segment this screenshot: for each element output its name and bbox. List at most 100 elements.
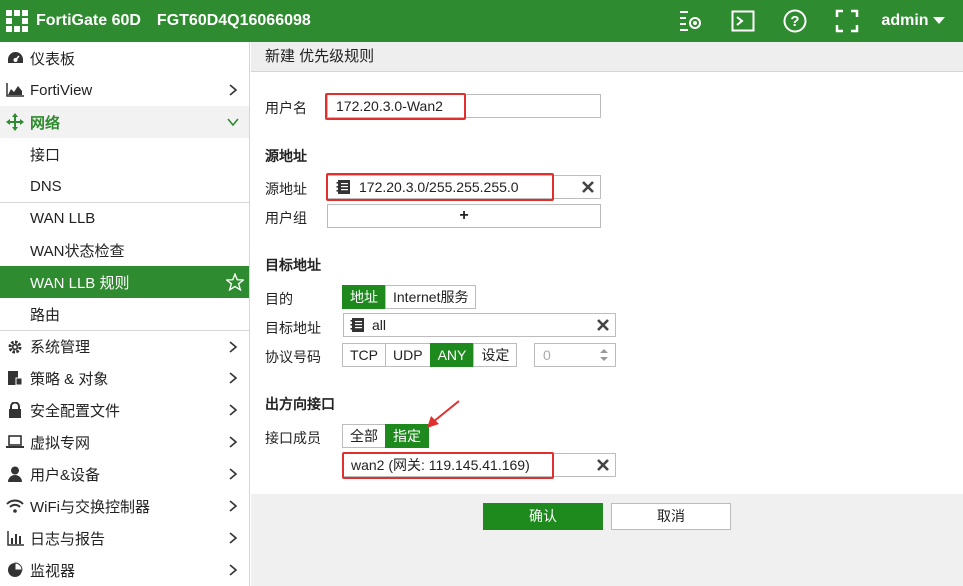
- sidebar-item-monitor[interactable]: 监视器: [0, 554, 249, 586]
- protocol-option-udp[interactable]: UDP: [385, 343, 431, 367]
- sidebar-item-label: 仪表板: [30, 50, 76, 68]
- chevron-right-icon: [229, 404, 238, 416]
- member-option-all[interactable]: 全部: [342, 424, 386, 448]
- sidebar-item-label: DNS: [30, 177, 62, 195]
- laptop-icon: [6, 434, 24, 450]
- sidebar-item-label: 策略 & 对象: [30, 370, 109, 388]
- sidebar-item-label: 监视器: [30, 562, 76, 580]
- protocol-number-input[interactable]: 0: [534, 343, 616, 367]
- sidebar-item-wan-llb-rules[interactable]: WAN LLB 规则: [0, 266, 249, 298]
- chevron-right-icon: [229, 436, 238, 448]
- dest-option-internet-service[interactable]: Internet服务: [385, 285, 477, 309]
- plus-icon: +: [459, 207, 469, 224]
- chevron-right-icon: [229, 468, 238, 480]
- sidebar-item-fortiview[interactable]: FortiView: [0, 74, 249, 106]
- sidebar-item-security-profiles[interactable]: 安全配置文件: [0, 394, 249, 426]
- move-arrows-icon: [6, 113, 24, 131]
- fullscreen-icon: [836, 9, 859, 33]
- dest-option-address[interactable]: 地址: [342, 285, 386, 309]
- chevron-right-icon: [229, 532, 238, 544]
- fortinet-logo-icon: [6, 10, 28, 32]
- top-bar: FortiGate 60D FGT60D4Q16066098 ? admin: [0, 0, 963, 42]
- chevron-down-icon: [227, 118, 239, 127]
- sidebar-item-user-device[interactable]: 用户&设备: [0, 458, 249, 490]
- page-title: 新建 优先级规则: [251, 42, 963, 72]
- chevron-right-icon: [229, 564, 238, 576]
- sidebar-item-interfaces[interactable]: 接口: [0, 138, 249, 170]
- user-group-label: 用户组: [265, 210, 307, 226]
- sidebar-item-label: 安全配置文件: [30, 402, 121, 420]
- confirm-button[interactable]: 确认: [483, 503, 603, 530]
- main-panel: 新建 优先级规则 用户名 172.20.3.0-Wan2 源地址 源地址 172…: [251, 42, 963, 586]
- remove-x-icon[interactable]: [582, 181, 594, 193]
- cli-console-button[interactable]: [665, 0, 717, 42]
- highlight-box: [326, 173, 554, 201]
- pie-chart-icon: [6, 562, 24, 578]
- chevron-right-icon: [229, 341, 238, 353]
- admin-label: admin: [881, 12, 929, 29]
- serial-number: FGT60D4Q16066098: [156, 12, 311, 29]
- sidebar-item-label: 网络: [30, 114, 61, 132]
- product-name: FortiGate 60D: [36, 12, 141, 29]
- caret-down-icon: [933, 17, 945, 24]
- sidebar-item-dns[interactable]: DNS: [0, 170, 249, 202]
- form-footer: 确认 取消: [251, 494, 963, 586]
- destination-section-title: 目标地址: [265, 257, 321, 273]
- user-icon: [6, 466, 24, 482]
- sidebar-item-label: 系统管理: [30, 339, 91, 356]
- chevron-right-icon: [229, 84, 238, 96]
- highlight-box: [342, 452, 554, 479]
- cancel-button[interactable]: 取消: [611, 503, 731, 530]
- outgoing-section-title: 出方向接口: [265, 396, 335, 412]
- interface-member-label: 接口成员: [265, 430, 321, 446]
- sidebar-item-wifi-switch[interactable]: WiFi与交换控制器: [0, 490, 249, 522]
- sidebar-item-dashboard[interactable]: 仪表板: [0, 42, 249, 74]
- fortinet-logo[interactable]: FortiGate 60D: [6, 10, 141, 32]
- sidebar-item-policy-objects[interactable]: 策略 & 对象: [0, 362, 249, 394]
- protocol-option-any[interactable]: ANY: [429, 343, 475, 367]
- sidebar-item-routing[interactable]: 路由: [0, 298, 249, 330]
- interface-member-toggle: 全部 指定: [342, 424, 429, 448]
- sidebar-item-label: WiFi与交换控制器: [30, 498, 150, 516]
- document-icon: [6, 370, 24, 386]
- protocol-option-custom[interactable]: 设定: [473, 343, 518, 367]
- sidebar-item-label: 用户&设备: [30, 466, 101, 484]
- destination-address-label: 目标地址: [265, 320, 321, 336]
- sidebar-item-label: WAN LLB 规则: [30, 274, 130, 292]
- admin-menu[interactable]: admin: [873, 12, 963, 30]
- sidebar-item-wan-llb[interactable]: WAN LLB: [0, 202, 249, 234]
- source-section-title: 源地址: [265, 148, 307, 164]
- terminal-gear-icon: [680, 11, 702, 31]
- spinner-arrows-icon[interactable]: [599, 347, 609, 363]
- star-icon[interactable]: [226, 273, 244, 291]
- gear-icon: [6, 339, 24, 355]
- sidebar-item-label: 路由: [30, 306, 61, 324]
- protocol-toggle: TCP UDP ANY 设定: [342, 343, 518, 367]
- help-icon: ?: [783, 9, 807, 33]
- bar-chart-icon: [6, 530, 24, 546]
- red-arrow-annotation: [427, 400, 460, 428]
- protocol-option-tcp[interactable]: TCP: [342, 343, 386, 367]
- sidebar-item-label: 虚拟专网: [30, 434, 91, 452]
- remove-x-icon[interactable]: [597, 319, 609, 331]
- fullscreen-console-button[interactable]: [717, 0, 769, 42]
- sidebar-item-network[interactable]: 网络: [0, 106, 249, 138]
- sidebar-item-vpn[interactable]: 虚拟专网: [0, 426, 249, 458]
- remove-x-icon[interactable]: [597, 459, 609, 471]
- help-button[interactable]: ?: [769, 0, 821, 42]
- sidebar-item-wan-health-check[interactable]: WAN状态检查: [0, 234, 249, 266]
- destination-address-field[interactable]: all: [343, 313, 616, 337]
- svg-text:?: ?: [791, 13, 800, 30]
- sidebar-item-label: 日志与报告: [30, 530, 106, 548]
- chevron-right-icon: [229, 372, 238, 384]
- user-group-add-field[interactable]: +: [327, 204, 601, 228]
- sidebar-item-system[interactable]: 系统管理: [0, 330, 249, 362]
- sidebar-item-log-report[interactable]: 日志与报告: [0, 522, 249, 554]
- sidebar-item-label: WAN状态检查: [30, 242, 125, 260]
- address-book-icon: [350, 318, 364, 332]
- area-chart-icon: [6, 82, 24, 98]
- destination-label: 目的: [265, 291, 293, 307]
- sidebar-item-label: WAN LLB: [30, 210, 96, 227]
- fullscreen-button[interactable]: [821, 0, 873, 42]
- dashboard-icon: [6, 50, 24, 66]
